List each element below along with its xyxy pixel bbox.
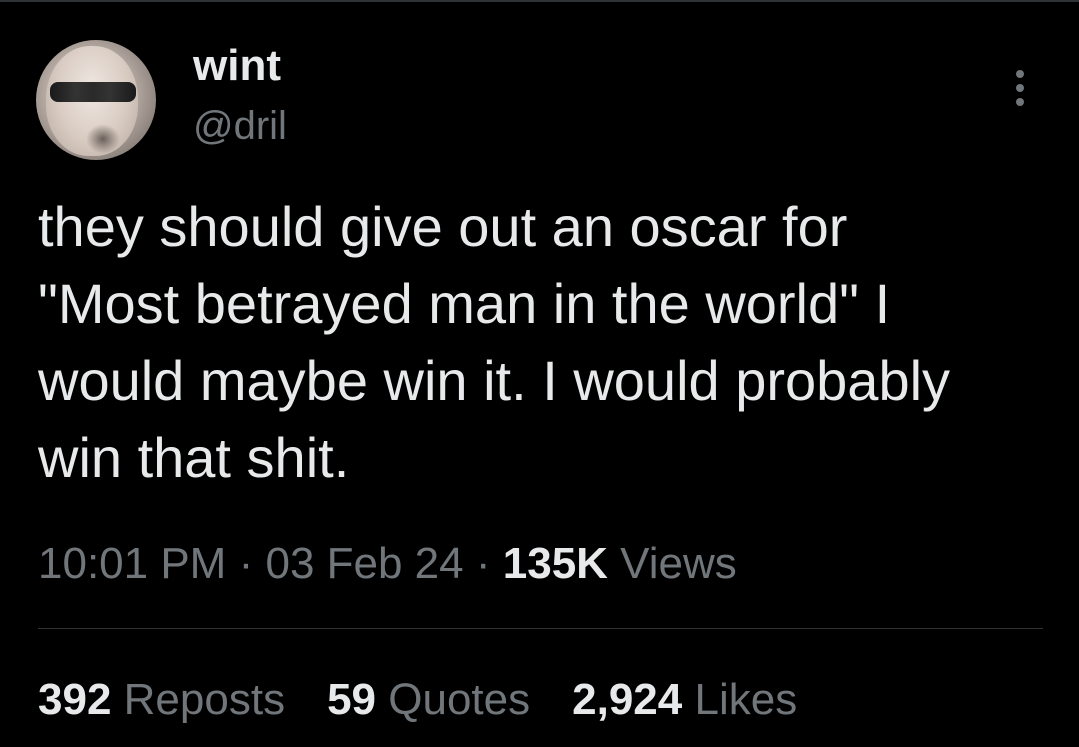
likes-count: 2,924 <box>572 675 683 724</box>
more-options-icon[interactable] <box>1002 66 1038 110</box>
views-label: Views <box>620 539 737 588</box>
tweet-time[interactable]: 10:01 PM <box>38 539 226 588</box>
tweet-meta: 10:01 PM · 03 Feb 24 · 135K Views <box>38 536 737 592</box>
author-handle[interactable]: @dril <box>193 102 287 150</box>
divider <box>38 628 1043 629</box>
likes-stat[interactable]: 2,924 Likes <box>572 672 797 728</box>
more-dot <box>1016 70 1024 78</box>
meta-separator: · <box>238 539 254 588</box>
more-dot <box>1016 84 1024 92</box>
avatar-shadow <box>86 124 120 154</box>
views-count: 135K <box>502 539 608 588</box>
avatar-sunglasses <box>50 82 136 102</box>
meta-separator: · <box>475 539 491 588</box>
reposts-count: 392 <box>38 675 112 724</box>
reposts-label: Reposts <box>123 675 286 724</box>
top-border <box>0 0 1079 2</box>
tweet-text: they should give out an oscar for "Most … <box>38 195 951 489</box>
quotes-count: 59 <box>327 675 377 724</box>
reposts-stat[interactable]: 392 Reposts <box>38 672 285 728</box>
author-display-name[interactable]: wint <box>193 40 281 92</box>
quotes-stat[interactable]: 59 Quotes <box>327 672 530 728</box>
more-dot <box>1016 98 1024 106</box>
tweet-date[interactable]: 03 Feb 24 <box>265 539 463 588</box>
quotes-label: Quotes <box>388 675 531 724</box>
avatar[interactable] <box>36 40 156 160</box>
engagement-stats: 392 Reposts 59 Quotes 2,924 Likes <box>38 672 797 728</box>
likes-label: Likes <box>694 675 798 724</box>
